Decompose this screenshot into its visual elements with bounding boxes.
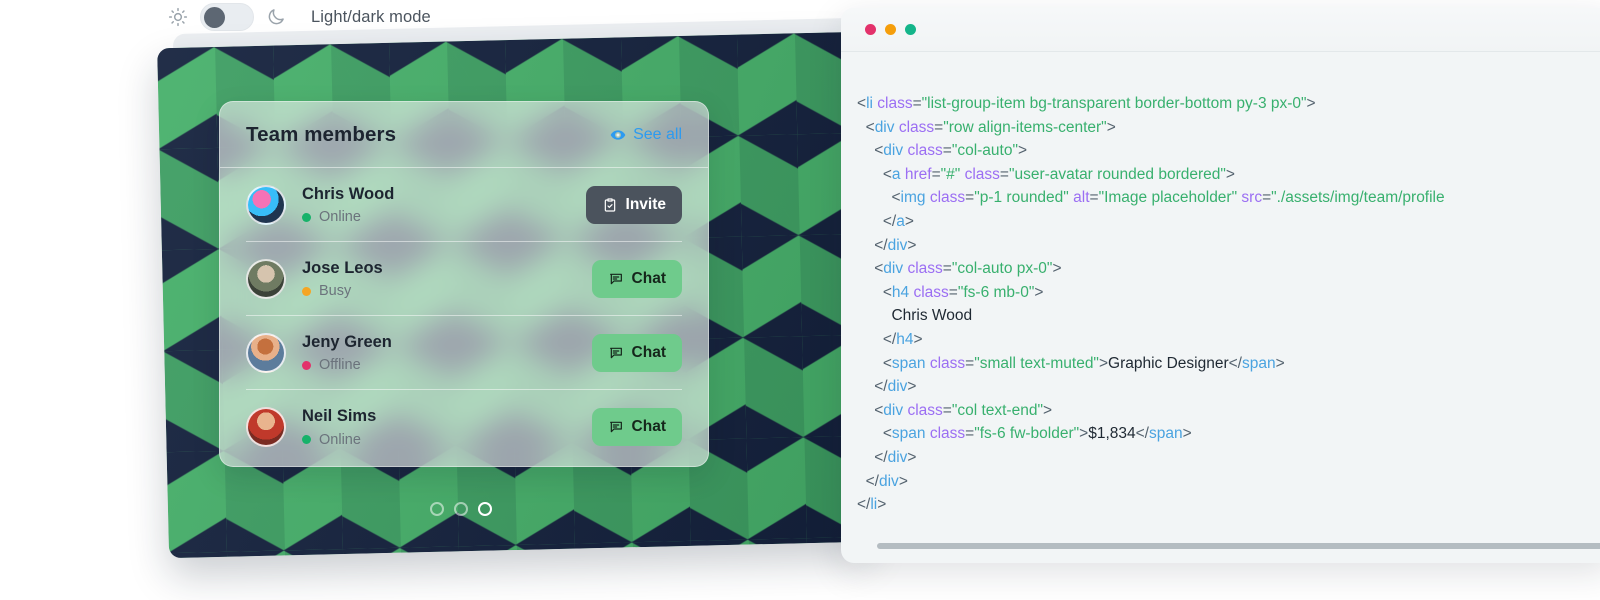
scrollbar-thumb[interactable] [877, 543, 1600, 549]
theme-toggle-knob [204, 7, 225, 28]
status-label: Online [319, 431, 361, 448]
window-title-bar [841, 8, 1600, 52]
team-members-card: Team members See all Chris Wood Online I… [219, 101, 709, 467]
chat-button[interactable]: Chat [591, 333, 682, 372]
sun-icon [168, 7, 188, 27]
clipboard-check-icon [602, 197, 618, 213]
code-line-9: <h4 class="fs-6 mb-0"> [882, 283, 1044, 301]
code-line-3: <div class="col-auto"> [874, 142, 1028, 160]
list-item[interactable]: Jeny Green Offline Chat [246, 316, 682, 390]
eye-icon [610, 127, 626, 143]
chat-button-label: Chat [631, 343, 666, 361]
see-all-label: See all [633, 125, 682, 143]
code-line-18: </li> [857, 496, 887, 514]
list-item[interactable]: Chris Wood Online Invite [246, 168, 682, 242]
member-info: Jose Leos Busy [302, 258, 592, 299]
code-line-7: </div> [874, 236, 917, 254]
invite-button[interactable]: Invite [585, 185, 682, 224]
status-badge: Online [302, 432, 592, 448]
team-member-list: Chris Wood Online Invite Jose Leos Busy … [220, 168, 708, 464]
theme-toggle-row: Light/dark mode [168, 2, 431, 32]
code-line-17: </div> [865, 472, 908, 490]
code-line-15: <span class="fs-6 fw-bolder">$1,834</spa… [882, 425, 1192, 443]
carousel-indicators [430, 502, 492, 516]
chat-button[interactable]: Chat [591, 259, 682, 298]
code-line-14: <div class="col text-end"> [874, 401, 1053, 419]
status-dot [302, 435, 311, 445]
code-line-1: <li class="list-group-item bg-transparen… [857, 95, 1316, 112]
member-name: Neil Sims [302, 407, 377, 426]
chat-button-label: Chat [631, 269, 666, 287]
status-dot [302, 212, 311, 222]
screenshot-stage: Light/dark mode Team members See all Chr… [0, 0, 1600, 600]
chat-bubble-icon [608, 419, 624, 435]
invite-button-label: Invite [625, 195, 666, 213]
list-item[interactable]: Jose Leos Busy Chat [246, 242, 682, 316]
code-line-4: <a href="#" class="user-avatar rounded b… [882, 165, 1235, 183]
minimize-icon[interactable] [885, 24, 896, 35]
chat-button-label: Chat [631, 418, 666, 435]
page-title: Team members [246, 122, 397, 146]
code-content[interactable]: <li class="list-group-item bg-transparen… [841, 52, 1600, 563]
chat-bubble-icon [608, 271, 624, 287]
status-dot [302, 286, 311, 296]
status-label: Offline [319, 357, 361, 374]
code-line-2: <div class="row align-items-center"> [865, 118, 1116, 136]
member-name: Chris Wood [302, 184, 395, 203]
avatar[interactable] [246, 332, 286, 373]
avatar[interactable] [246, 184, 286, 225]
member-name: Jeny Green [302, 332, 392, 351]
team-card-header: Team members See all [220, 102, 708, 168]
code-line-10: Chris Wood [857, 307, 973, 325]
carousel-dot-1[interactable] [430, 502, 444, 516]
see-all-link[interactable]: See all [610, 126, 682, 144]
code-line-5: <img class="p-1 rounded" alt="Image plac… [891, 189, 1445, 207]
status-label: Busy [319, 283, 352, 300]
code-line-8: <div class="col-auto px-0"> [874, 260, 1062, 278]
code-line-12: <span class="small text-muted">Graphic D… [882, 354, 1285, 372]
code-line-13: </div> [874, 378, 917, 396]
member-info: Chris Wood Online [302, 184, 586, 225]
status-label: Online [319, 209, 361, 226]
status-badge: Online [302, 209, 586, 225]
code-editor-window: <li class="list-group-item bg-transparen… [841, 8, 1600, 563]
status-badge: Offline [302, 357, 592, 373]
code-line-16: </div> [874, 448, 917, 466]
theme-toggle-switch[interactable] [200, 3, 254, 31]
code-line-6: </a> [882, 212, 914, 230]
moon-icon [266, 7, 286, 27]
status-badge: Busy [302, 283, 592, 299]
chat-button[interactable]: Chat [591, 408, 682, 446]
member-info: Jeny Green Offline [302, 332, 592, 373]
avatar[interactable] [246, 407, 286, 447]
code-line-11: </h4> [882, 330, 923, 348]
carousel-dot-3[interactable] [478, 502, 492, 516]
list-item[interactable]: Neil Sims Online Chat [246, 390, 682, 464]
carousel-dot-2[interactable] [454, 502, 468, 516]
avatar[interactable] [246, 258, 286, 299]
member-name: Jose Leos [302, 258, 383, 277]
chat-bubble-icon [608, 345, 624, 361]
maximize-icon[interactable] [905, 24, 916, 35]
horizontal-scrollbar[interactable] [841, 543, 1600, 549]
status-dot [302, 360, 311, 370]
theme-toggle-label: Light/dark mode [311, 7, 431, 26]
member-info: Neil Sims Online [302, 406, 592, 448]
close-icon[interactable] [865, 24, 876, 35]
